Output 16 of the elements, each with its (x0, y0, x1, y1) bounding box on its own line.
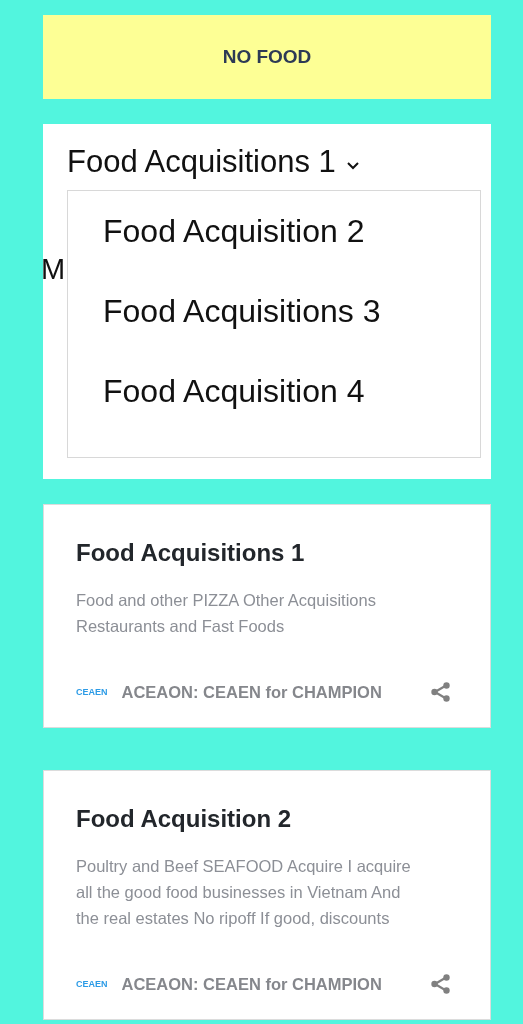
post-snippet: Food and other PIZZA Other Acquisitions Restaurants and Fast Foods (76, 590, 377, 637)
post-title[interactable]: Food Acquisitions 1 (76, 539, 458, 567)
author-name[interactable]: ACEAON: CEAEN for CHAMPION (121, 974, 430, 994)
share-icon[interactable] (430, 973, 452, 995)
author-name[interactable]: ACEAON: CEAEN for CHAMPION (121, 682, 430, 702)
post-snippet: Poultry and Beef SEAFOOD Acquire I acquire all the good food businesses in Vietnam And the real estates No ripoff If good, discounts (76, 856, 412, 929)
author-logo: CEAEN (76, 979, 108, 989)
menu-item[interactable]: Food Acquisition 4 (103, 371, 480, 411)
menu-item[interactable]: Food Acquisition 2 (103, 211, 480, 251)
menu-item[interactable]: Food Acquisitions 3 (103, 291, 480, 331)
post-title[interactable]: Food Acquisition 2 (76, 805, 458, 833)
author-logo: CEAEN (76, 687, 108, 697)
partial-label: M (41, 253, 66, 286)
menu-toggle[interactable]: Food Acquisitions 1 (67, 144, 360, 180)
share-icon[interactable] (430, 681, 452, 703)
no-food-banner[interactable]: NO FOOD (43, 15, 491, 99)
